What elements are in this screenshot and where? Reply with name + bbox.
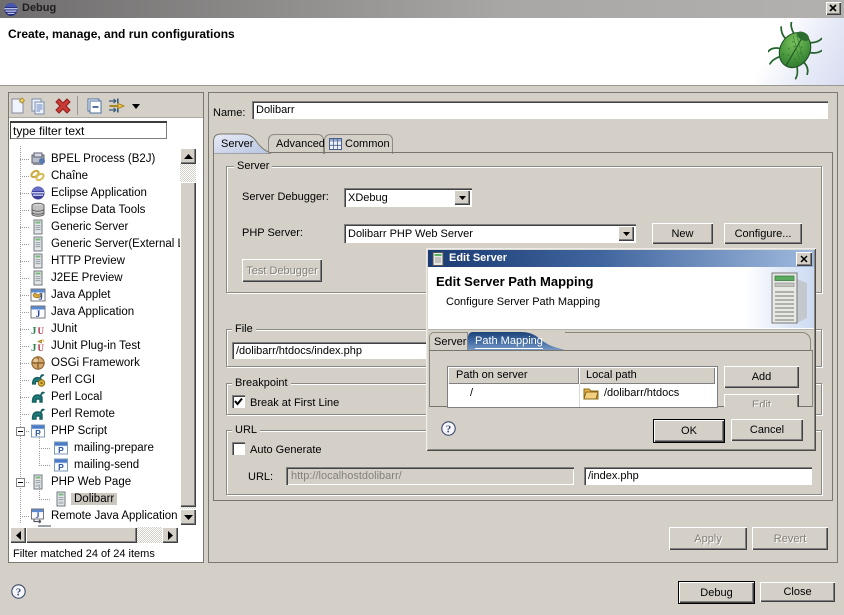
svg-text:P: P <box>58 462 64 472</box>
svg-text:J: J <box>36 511 40 520</box>
svg-text:J: J <box>31 342 37 354</box>
svg-text:P: P <box>58 445 64 455</box>
svg-text:J: J <box>36 310 41 320</box>
svg-text:J: J <box>39 292 44 302</box>
svg-text:U: U <box>38 343 45 353</box>
svg-text:?: ? <box>16 587 22 599</box>
svg-text:J: J <box>31 325 37 337</box>
svg-text:?: ? <box>446 424 452 436</box>
svg-text:U: U <box>38 326 45 336</box>
